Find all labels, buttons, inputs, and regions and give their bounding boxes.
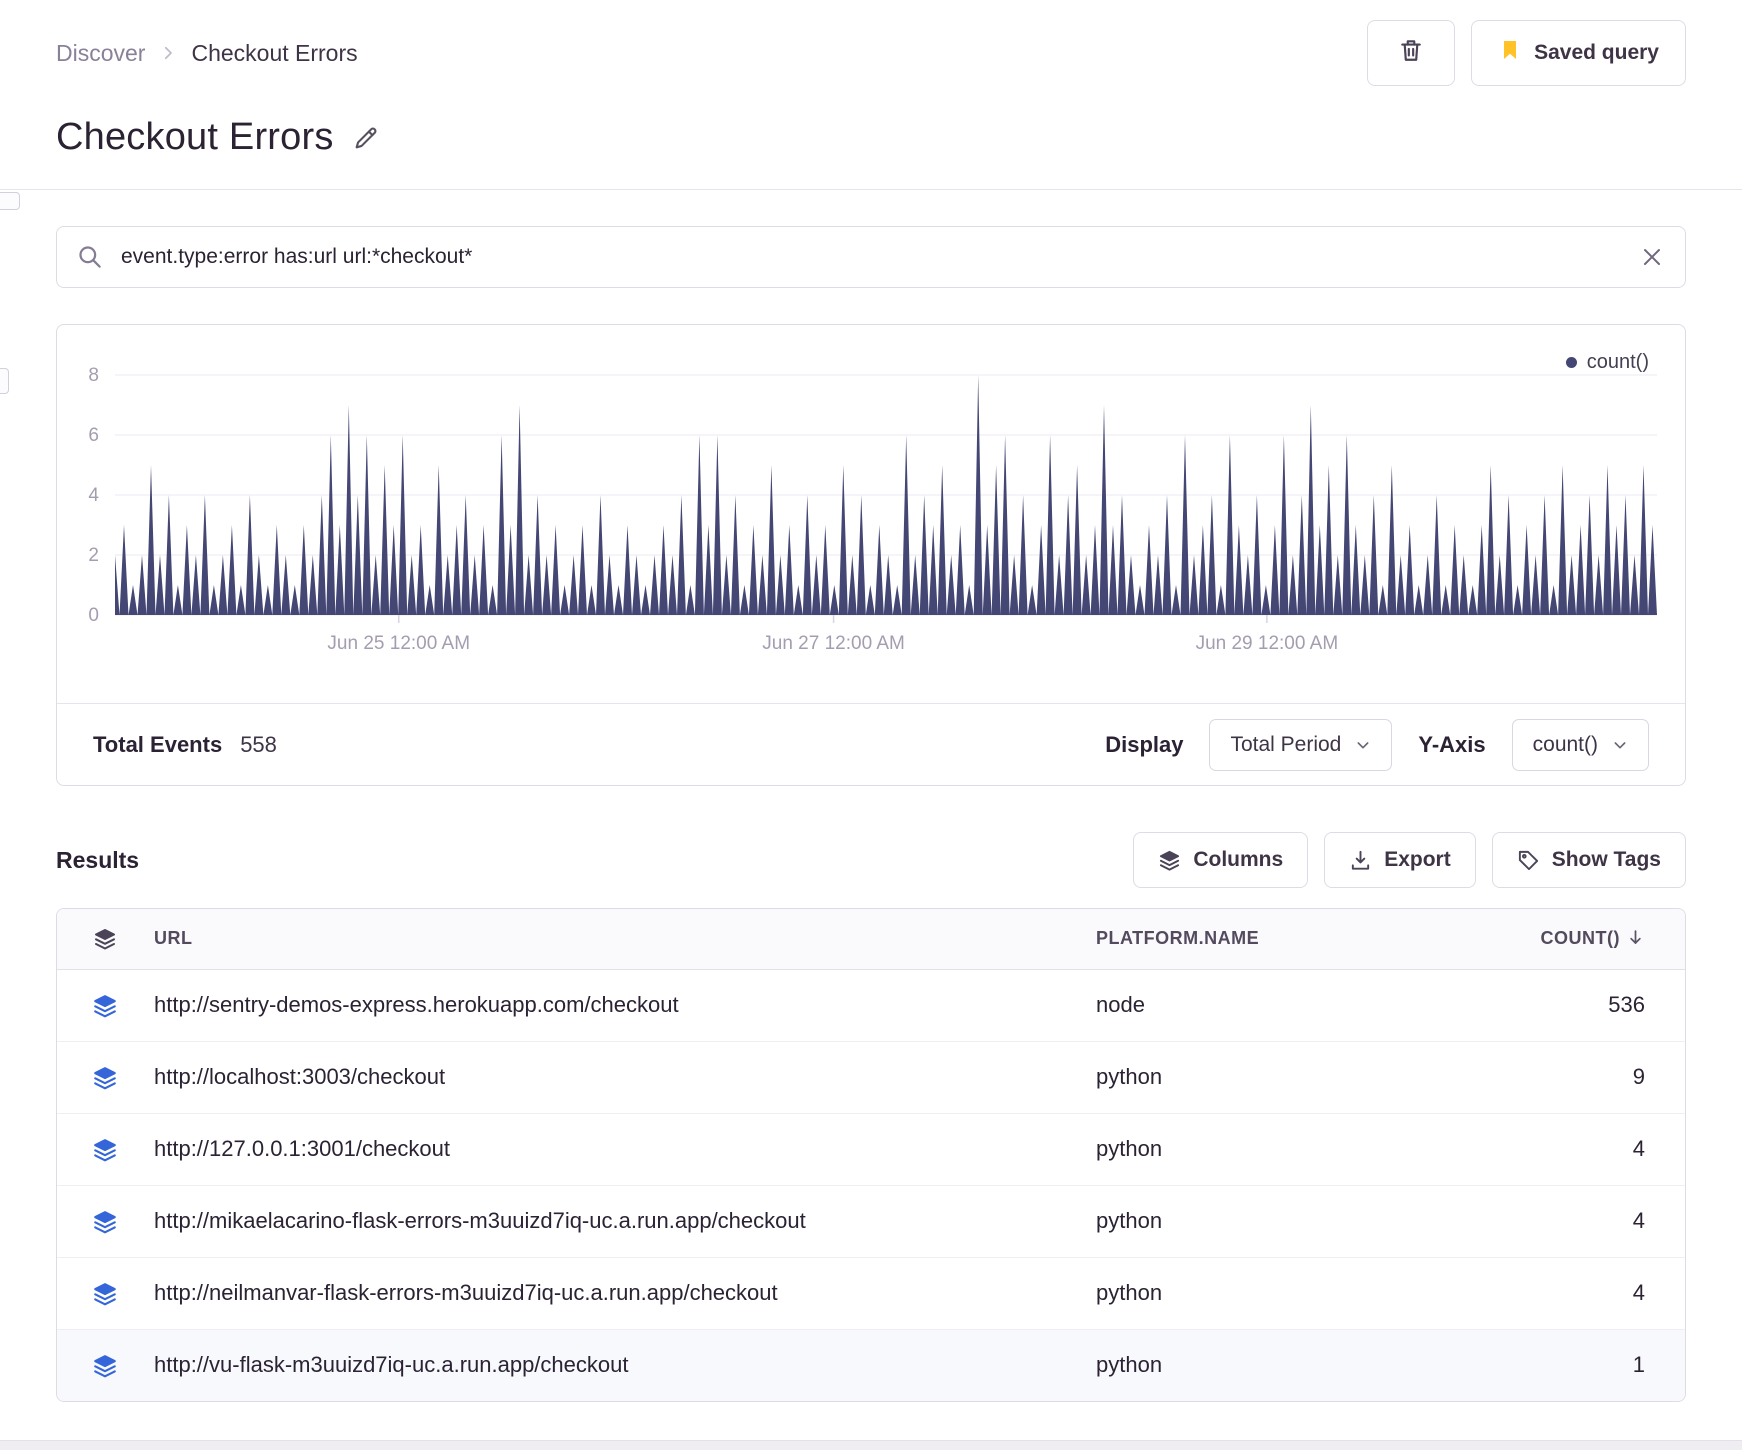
count-cell: 4 [1495,1256,1685,1329]
platform-cell: python [1095,1184,1495,1257]
url-cell[interactable]: http://mikaelacarino-flask-errors-m3uuiz… [153,1184,1095,1257]
layers-icon [92,1137,118,1163]
panel-drag-handle[interactable] [0,368,9,394]
header-icon-cell [57,909,153,970]
layers-icon [92,993,118,1019]
count-cell: 1 [1495,1328,1685,1401]
page-title: Checkout Errors [56,116,334,158]
layers-icon [92,1209,118,1235]
chevron-down-icon [1612,737,1628,753]
bookmark-icon [1498,38,1522,68]
platform-cell: node [1096,992,1145,1017]
breadcrumb-discover-link[interactable]: Discover [56,40,145,67]
table-row[interactable]: http://vu-flask-m3uuizd7iq-uc.a.run.app/… [57,1328,1685,1401]
legend-label: count() [1586,351,1649,373]
table-row[interactable]: http://localhost:3003/checkout python 9 [57,1040,1685,1113]
table-header-row: URL PLATFORM.NAME COUNT() [57,909,1685,970]
url-cell[interactable]: http://sentry-demos-express.herokuapp.co… [153,969,1095,1041]
svg-text:4: 4 [88,485,99,506]
platform-cell: python [1095,1112,1495,1185]
total-events-label: Total Events [93,731,223,757]
url-cell[interactable]: http://vu-flask-m3uuizd7iq-uc.a.run.app/… [153,1328,1095,1401]
results-table-body: http://sentry-demos-express.herokuapp.co… [57,969,1685,1401]
top-bar: Discover Checkout Errors Saved query [56,20,1686,86]
svg-text:0: 0 [88,605,99,626]
trash-icon [1398,37,1424,69]
column-header-platform[interactable]: PLATFORM.NAME [1095,909,1495,970]
clear-search-icon[interactable] [1640,245,1664,274]
url-cell[interactable]: http://neilmanvar-flask-errors-m3uuizd7i… [153,1256,1095,1329]
layers-icon [92,1281,118,1307]
platform-cell: python [1095,1256,1495,1329]
search-icon [76,243,103,275]
count-cell: 4 [1495,1112,1685,1185]
count-cell: 536 [1608,992,1645,1017]
tag-icon [1517,849,1540,872]
platform-cell: python [1095,1328,1495,1401]
chevron-right-icon [159,44,177,62]
column-header-url[interactable]: URL [153,909,1095,970]
yaxis-value: count() [1532,732,1598,756]
count-cell: 9 [1495,1040,1685,1113]
chart-legend[interactable]: count() [1565,351,1649,374]
show-tags-label: Show Tags [1551,848,1661,871]
svg-text:Jun 27 12:00 AM: Jun 27 12:00 AM [762,633,905,654]
chevron-down-icon [1355,737,1371,753]
layers-icon [92,1353,118,1379]
results-table: URL PLATFORM.NAME COUNT() http://sentry-… [57,909,1685,1401]
search-input[interactable] [56,226,1686,288]
show-tags-button[interactable]: Show Tags [1491,832,1686,888]
legend-dot [1565,357,1577,368]
edit-title-icon[interactable] [352,124,380,152]
svg-text:2: 2 [88,545,99,566]
results-heading: Results [56,846,140,873]
delete-query-button[interactable] [1367,20,1456,86]
events-area-chart: 0 2 4 6 8 Jun 25 12:00 AM Jun 27 12:00 AM Jun 2… [88,365,1657,654]
results-table-panel: URL PLATFORM.NAME COUNT() http://sentry-… [56,908,1686,1402]
count-cell: 4 [1495,1184,1685,1257]
header-divider [0,189,1742,190]
table-row[interactable]: http://neilmanvar-flask-errors-m3uuizd7i… [57,1256,1685,1329]
yaxis-label: Y-Axis [1418,731,1486,757]
chart-footer: Total Events 558 Display Total Period Y-… [57,703,1685,785]
yaxis-dropdown[interactable]: count() [1511,718,1649,771]
layers-icon [93,927,117,951]
table-row[interactable]: http://127.0.0.1:3001/checkout python 4 [57,1112,1685,1185]
header-actions: Saved query [1367,20,1686,86]
download-icon [1349,849,1372,872]
saved-query-button[interactable]: Saved query [1471,20,1686,86]
sort-descending-icon [1626,928,1645,947]
results-header: Results Columns Export Show Tags [56,832,1686,888]
table-row[interactable]: http://mikaelacarino-flask-errors-m3uuiz… [57,1184,1685,1257]
table-row[interactable]: http://sentry-demos-express.herokuapp.co… [57,969,1685,1041]
columns-label: Columns [1193,848,1284,871]
svg-text:Jun 25 12:00 AM: Jun 25 12:00 AM [327,633,470,654]
search-bar [56,226,1686,288]
url-cell[interactable]: http://localhost:3003/checkout [153,1040,1095,1113]
layers-icon [92,1065,118,1091]
breadcrumb-current: Checkout Errors [191,39,358,66]
platform-cell: python [1095,1040,1495,1113]
page-bottom-edge [0,1440,1742,1450]
total-events-value: 558 [240,731,277,757]
events-chart-panel: count() 0 2 4 6 8 Jun 25 12:00 AM Jun 27 12:00… [56,324,1686,786]
columns-button[interactable]: Columns [1133,832,1309,888]
svg-text:8: 8 [88,365,99,386]
svg-text:6: 6 [88,425,99,446]
export-label: Export [1384,848,1451,871]
export-button[interactable]: Export [1324,832,1476,888]
title-row: Checkout Errors [56,116,1686,159]
layers-icon [1158,849,1181,872]
breadcrumb: Discover Checkout Errors [56,40,358,67]
column-header-count[interactable]: COUNT() [1495,909,1685,970]
display-label: Display [1105,731,1184,757]
display-dropdown[interactable]: Total Period [1209,718,1393,771]
display-value: Total Period [1230,732,1342,756]
svg-text:Jun 29 12:00 AM: Jun 29 12:00 AM [1196,633,1339,654]
saved-query-label: Saved query [1534,41,1659,64]
sidebar-collapse-handle[interactable] [0,192,20,210]
url-cell[interactable]: http://127.0.0.1:3001/checkout [153,1112,1095,1185]
